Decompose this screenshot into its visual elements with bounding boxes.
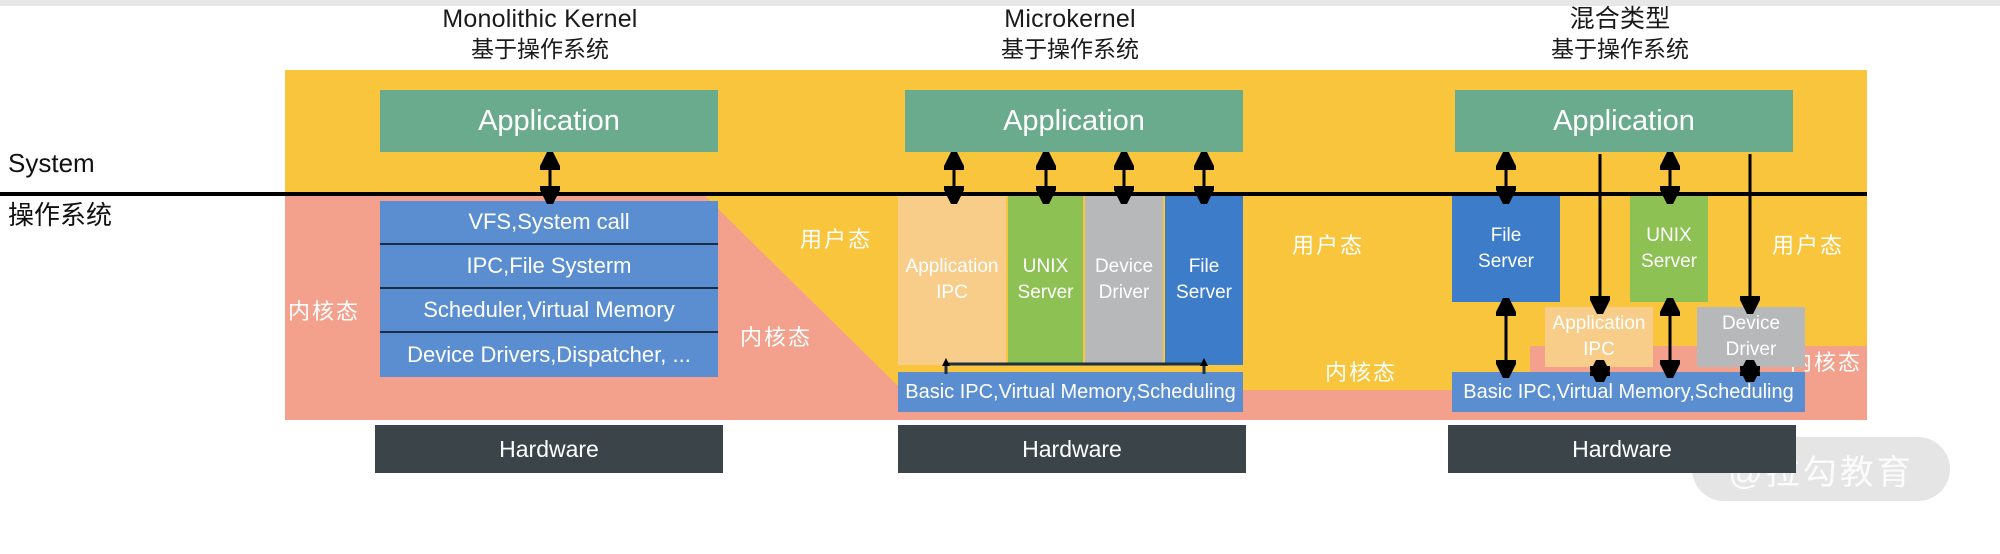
- bracket-columns-to-basic-microkernel: [942, 358, 1208, 374]
- column-title-monolithic: Monolithic Kernel 基于操作系统: [380, 4, 700, 64]
- mode-label-kernel-microkernel: 内核态: [740, 325, 813, 350]
- application-label: Application: [1553, 104, 1695, 137]
- mode-label-kernel-hybrid: 内核态: [1325, 360, 1398, 385]
- arrow-app-devicedriver-hybrid: [1740, 154, 1760, 314]
- hardware-label: Hardware: [1022, 435, 1122, 462]
- arrow-app-fileserver-hybrid: [1496, 152, 1516, 204]
- mode-label-kernel-monolithic: 内核态: [288, 299, 361, 324]
- hybrid-kernel-block-application-ipc: Application IPC: [1545, 307, 1653, 367]
- application-box-hybrid: Application: [1455, 90, 1793, 152]
- arrow-appipc-to-basic-hybrid: [1590, 360, 1610, 382]
- hybrid-user-block-0-line1: File: [1490, 225, 1522, 246]
- arrow-app-column-microkernel-2: [1114, 152, 1134, 204]
- column-title-hybrid-zh: 基于操作系统: [1551, 36, 1689, 62]
- arrow-app-unixserver-hybrid: [1660, 152, 1680, 204]
- hybrid-kernel-block-1-line1: Device: [1721, 313, 1781, 334]
- system-divider-line: [0, 192, 1867, 196]
- column-title-monolithic-en: Monolithic Kernel: [442, 5, 638, 33]
- microkernel-column-2-line2: Driver: [1098, 282, 1150, 303]
- hardware-box-monolithic: Hardware: [375, 425, 723, 473]
- microkernel-column-file-server: File Server: [1165, 195, 1243, 365]
- column-title-microkernel: Microkernel 基于操作系统: [910, 4, 1230, 64]
- column-title-hybrid-en: 混合类型: [1569, 5, 1671, 33]
- monolithic-row-0-label: VFS,System call: [468, 209, 630, 234]
- hybrid-kernel-block-device-driver: Device Driver: [1697, 307, 1805, 367]
- hybrid-user-block-0-line2: Server: [1478, 251, 1534, 272]
- microkernel-column-0-line2: IPC: [936, 282, 968, 303]
- microkernel-column-1-line1: UNIX: [1022, 256, 1069, 277]
- hardware-label: Hardware: [1572, 435, 1672, 462]
- application-box-microkernel: Application: [905, 90, 1243, 152]
- mode-label-user-hybrid: 用户态: [1292, 233, 1365, 258]
- column-title-monolithic-zh: 基于操作系统: [471, 36, 609, 62]
- side-label-system: System: [8, 148, 95, 178]
- hybrid-user-block-1-line2: Server: [1641, 251, 1697, 272]
- column-title-microkernel-en: Microkernel: [1004, 5, 1136, 33]
- column-title-microkernel-zh: 基于操作系统: [1001, 36, 1139, 62]
- monolithic-row-0: VFS,System call: [380, 201, 718, 245]
- arrow-app-kernel-monolithic: [540, 152, 560, 204]
- basic-ipc-label: Basic IPC,Virtual Memory,Scheduling: [905, 380, 1236, 403]
- basic-ipc-bar-microkernel: Basic IPC,Virtual Memory,Scheduling: [898, 372, 1243, 412]
- application-label: Application: [1003, 104, 1145, 137]
- arrow-app-appipc-hybrid: [1590, 154, 1610, 314]
- diagram-canvas: Monolithic Kernel 基于操作系统 Microkernel 基于操…: [0, 0, 2000, 554]
- column-title-hybrid: 混合类型 基于操作系统: [1460, 4, 1780, 64]
- hybrid-user-block-file-server: File Server: [1452, 196, 1560, 302]
- monolithic-row-2-label: Scheduler,Virtual Memory: [423, 297, 675, 322]
- monolithic-row-3-label: Device Drivers,Dispatcher, ...: [407, 342, 691, 367]
- monolithic-row-2: Scheduler,Virtual Memory: [380, 289, 718, 333]
- arrow-fileserver-to-basic-hybrid: [1496, 298, 1516, 378]
- side-label-os: 操作系统: [8, 200, 113, 230]
- basic-ipc-label: Basic IPC,Virtual Memory,Scheduling: [1463, 380, 1794, 403]
- arrow-app-column-microkernel-1: [1036, 152, 1056, 204]
- hybrid-user-block-unix-server: UNIX Server: [1630, 196, 1708, 302]
- microkernel-column-0-line1: Application: [905, 256, 999, 277]
- monolithic-row-1-label: IPC,File Systerm: [466, 253, 632, 278]
- hardware-box-microkernel: Hardware: [898, 425, 1246, 473]
- microkernel-column-unix-server: UNIX Server: [1008, 195, 1083, 365]
- hardware-label: Hardware: [499, 435, 599, 462]
- mode-label-user-microkernel: 用户态: [800, 227, 873, 252]
- arrow-app-column-microkernel-0: [944, 152, 964, 204]
- application-box-monolithic: Application: [380, 90, 718, 152]
- microkernel-column-device-driver: Device Driver: [1085, 195, 1163, 365]
- application-label: Application: [478, 104, 620, 137]
- mode-label-user-right: 用户态: [1772, 233, 1845, 258]
- arrow-unixserver-to-basic-hybrid: [1660, 298, 1680, 378]
- hybrid-user-block-1-line1: UNIX: [1646, 225, 1692, 246]
- arrow-devicedriver-to-basic-hybrid: [1740, 360, 1760, 382]
- monolithic-row-3: Device Drivers,Dispatcher, ...: [380, 333, 718, 377]
- microkernel-column-2-line1: Device: [1094, 256, 1154, 277]
- arrow-app-column-microkernel-3: [1194, 152, 1214, 204]
- monolithic-row-1: IPC,File Systerm: [380, 245, 718, 289]
- microkernel-column-3-line2: Server: [1176, 282, 1232, 303]
- microkernel-column-application-ipc: Application IPC: [898, 195, 1006, 365]
- microkernel-column-1-line2: Server: [1017, 282, 1074, 303]
- microkernel-column-3-line1: File: [1188, 256, 1220, 277]
- hybrid-kernel-block-0-line1: Application: [1552, 313, 1646, 334]
- hardware-box-hybrid: Hardware: [1448, 425, 1796, 473]
